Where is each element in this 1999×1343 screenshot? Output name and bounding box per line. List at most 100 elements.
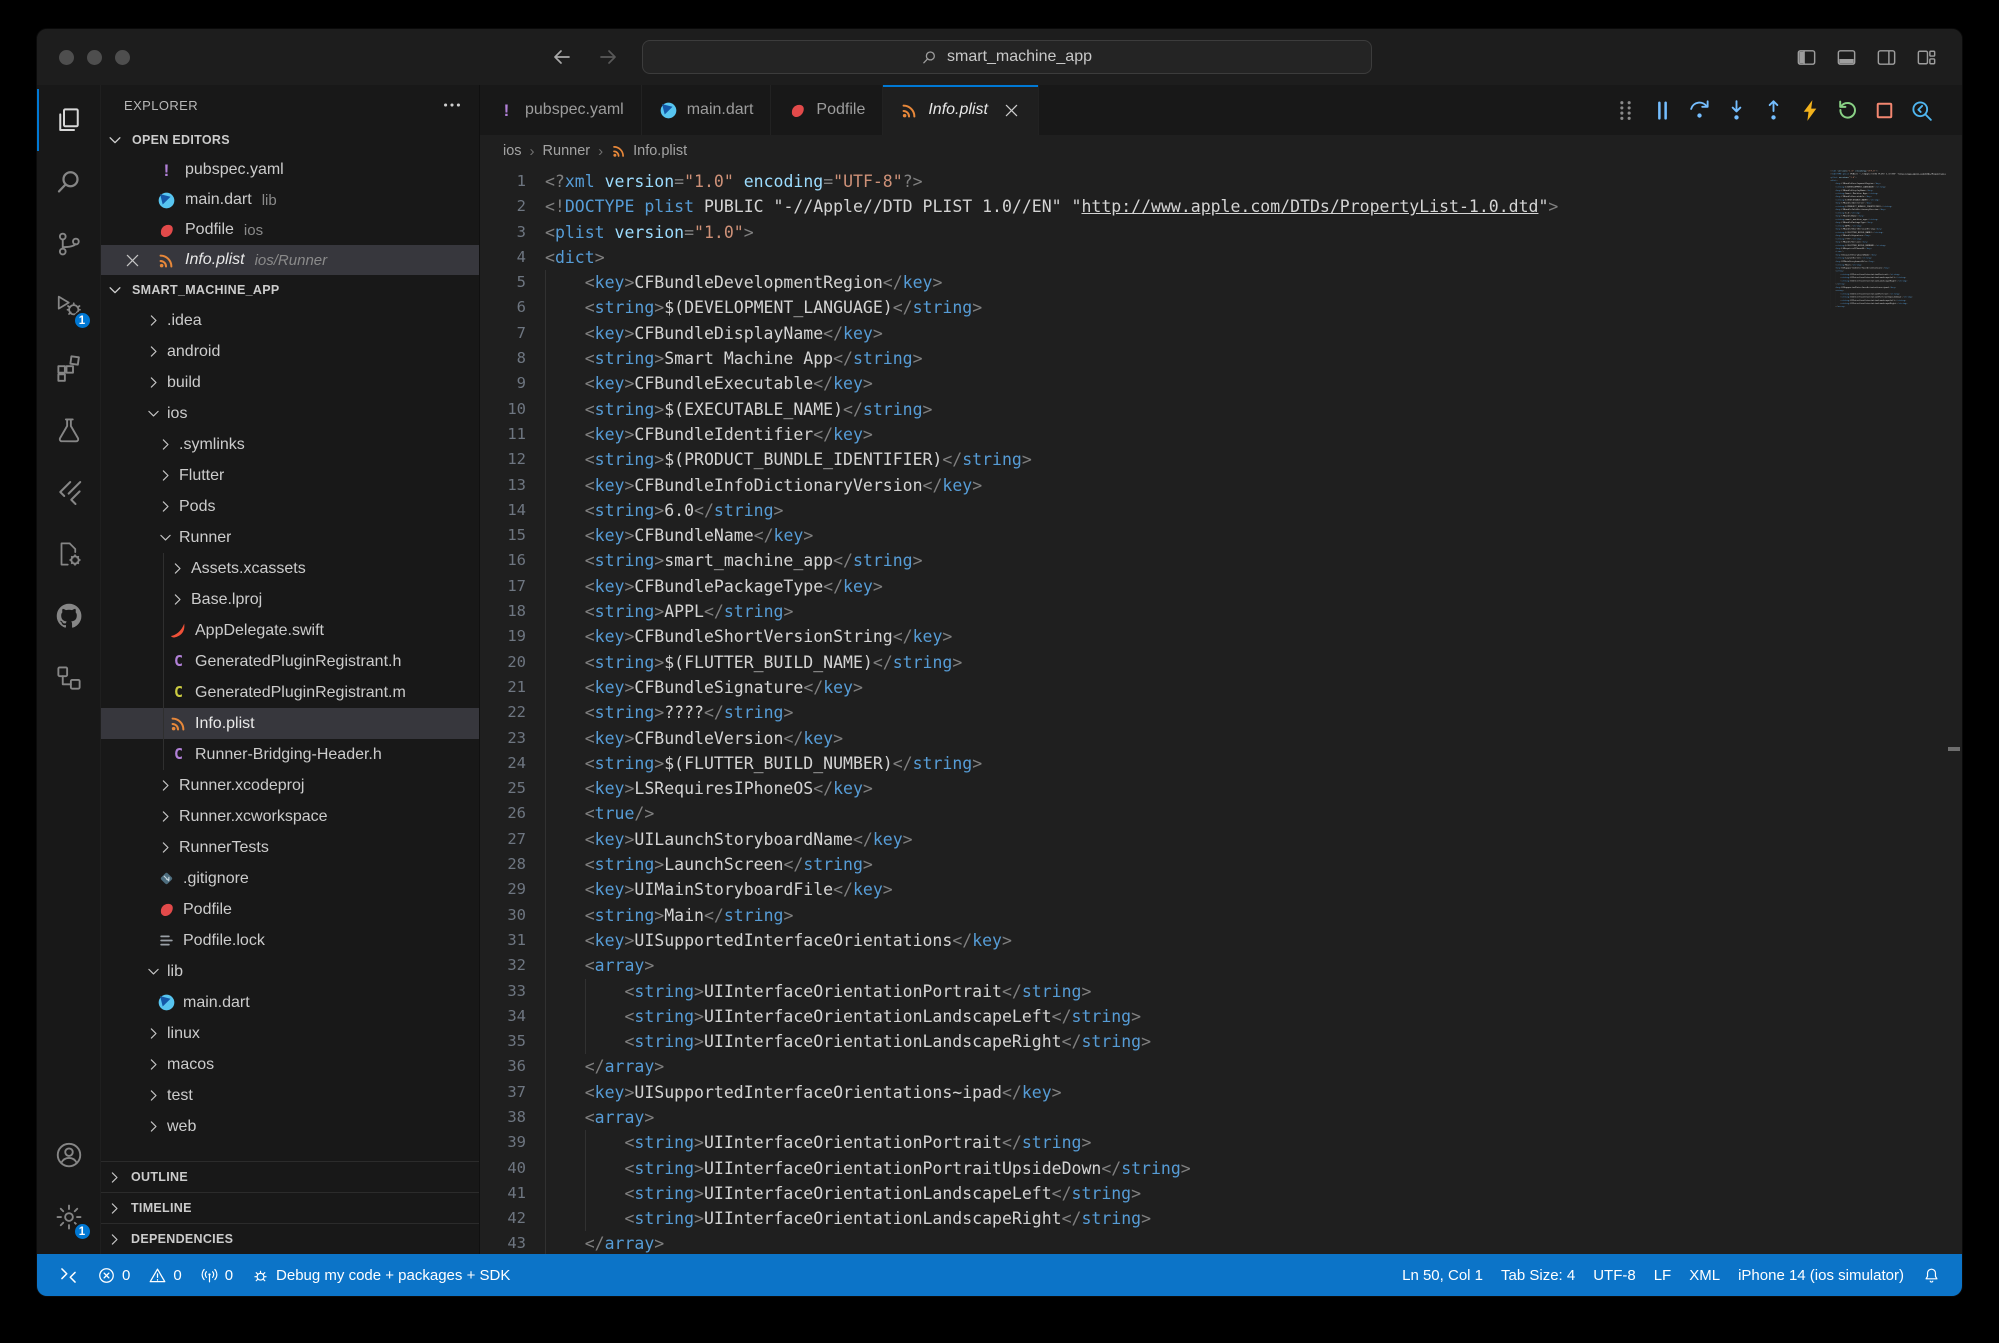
tree-item-test[interactable]: test: [101, 1080, 479, 1111]
tree-item-GeneratedPluginRegistrant.h[interactable]: CGeneratedPluginRegistrant.h: [101, 646, 479, 677]
status-indentation[interactable]: Tab Size: 4: [1492, 1254, 1584, 1296]
status-errors[interactable]: 0: [88, 1254, 139, 1296]
tree-item-Podfile[interactable]: Podfile: [101, 894, 479, 925]
breadcrumb-item-ios[interactable]: ios: [503, 143, 522, 159]
tree-item-web[interactable]: web: [101, 1111, 479, 1142]
code-line[interactable]: 1<?xml version="1.0" encoding="UTF-8"?>: [480, 169, 1830, 194]
tab-pubspec.yaml[interactable]: !pubspec.yaml: [480, 85, 642, 135]
code-line[interactable]: 11<key>CFBundleIdentifier</key>: [480, 422, 1830, 447]
editor-scrollbar[interactable]: [1947, 167, 1962, 1254]
tree-item-RunnerTests[interactable]: RunnerTests: [101, 832, 479, 863]
status-end-of-line[interactable]: LF: [1645, 1254, 1681, 1296]
restart-button[interactable]: [1834, 97, 1860, 123]
close-button[interactable]: [59, 50, 74, 65]
tree-item-Info.plist[interactable]: Info.plist: [101, 708, 479, 739]
tree-item-Runner[interactable]: Runner: [101, 522, 479, 553]
project-root-header[interactable]: SMART_MACHINE_APP: [101, 275, 479, 305]
open-editor-pubspec.yaml[interactable]: !pubspec.yaml: [101, 155, 479, 185]
layout-icon[interactable]: [1915, 46, 1938, 69]
code-line[interactable]: 39<string>UIInterfaceOrientationPortrait…: [480, 1130, 1830, 1155]
code-line[interactable]: 17<key>CFBundlePackageType</key>: [480, 574, 1830, 599]
step-into-button[interactable]: [1723, 97, 1749, 123]
drag-handle-button[interactable]: [1612, 97, 1638, 123]
tree-item-Flutter[interactable]: Flutter: [101, 460, 479, 491]
sidebar-left-icon[interactable]: [1795, 46, 1818, 69]
code-line[interactable]: 30<string>Main</string>: [480, 903, 1830, 928]
zoom-button[interactable]: [115, 50, 130, 65]
section-outline[interactable]: OUTLINE: [101, 1161, 479, 1192]
minimap[interactable]: <?xml version="1.0" encoding="UTF-8"?><!…: [1830, 169, 1946, 1254]
code-line[interactable]: 18<string>APPL</string>: [480, 599, 1830, 624]
code-line[interactable]: 3<plist version="1.0">: [480, 220, 1830, 245]
code-line[interactable]: 14<string>6.0</string>: [480, 498, 1830, 523]
activity-cmake-tools[interactable]: [37, 523, 101, 585]
code-line[interactable]: 19<key>CFBundleShortVersionString</key>: [480, 624, 1830, 649]
code-line[interactable]: 20<string>$(FLUTTER_BUILD_NAME)</string>: [480, 650, 1830, 675]
code-line[interactable]: 15<key>CFBundleName</key>: [480, 523, 1830, 548]
tab-Podfile[interactable]: Podfile: [771, 85, 883, 135]
hot-reload-button[interactable]: [1797, 97, 1823, 123]
tree-item-.idea[interactable]: .idea: [101, 305, 479, 336]
activity-search[interactable]: [37, 151, 101, 213]
tree-item-Runner.xcworkspace[interactable]: Runner.xcworkspace: [101, 801, 479, 832]
code-line[interactable]: 25<key>LSRequiresIPhoneOS</key>: [480, 776, 1830, 801]
status-remote-indicator[interactable]: [49, 1254, 88, 1296]
panel-bottom-icon[interactable]: [1835, 46, 1858, 69]
tree-item-linux[interactable]: linux: [101, 1018, 479, 1049]
tab-Info.plist[interactable]: Info.plist: [883, 85, 1039, 135]
open-editor-Podfile[interactable]: Podfileios: [101, 215, 479, 245]
code-line[interactable]: 10<string>$(EXECUTABLE_NAME)</string>: [480, 397, 1830, 422]
status-language-mode[interactable]: XML: [1680, 1254, 1729, 1296]
activity-settings[interactable]: 1: [37, 1186, 101, 1248]
open-editor-Info.plist[interactable]: Info.plistios/Runner: [101, 245, 479, 275]
open-editor-main.dart[interactable]: main.dartlib: [101, 185, 479, 215]
code-line[interactable]: 32<array>: [480, 953, 1830, 978]
code-line[interactable]: 38<array>: [480, 1105, 1830, 1130]
code-line[interactable]: 37<key>UISupportedInterfaceOrientations~…: [480, 1080, 1830, 1105]
code-line[interactable]: 21<key>CFBundleSignature</key>: [480, 675, 1830, 700]
code-line[interactable]: 13<key>CFBundleInfoDictionaryVersion</ke…: [480, 473, 1830, 498]
activity-github[interactable]: [37, 585, 101, 647]
code-line[interactable]: 27<key>UILaunchStoryboardName</key>: [480, 827, 1830, 852]
activity-extensions[interactable]: [37, 337, 101, 399]
close-tab-icon[interactable]: [1002, 101, 1021, 120]
code-line[interactable]: 42<string>UIInterfaceOrientationLandscap…: [480, 1206, 1830, 1231]
code-line[interactable]: 34<string>UIInterfaceOrientationLandscap…: [480, 1004, 1830, 1029]
tree-item-main.dart[interactable]: main.dart: [101, 987, 479, 1018]
widget-inspector-button[interactable]: [1908, 97, 1934, 123]
activity-source-control[interactable]: [37, 213, 101, 275]
pause-button[interactable]: [1649, 97, 1675, 123]
tree-item-build[interactable]: build: [101, 367, 479, 398]
activity-run-and-debug[interactable]: 1: [37, 275, 101, 337]
code-line[interactable]: 22<string>????</string>: [480, 700, 1830, 725]
tree-item-lib[interactable]: lib: [101, 956, 479, 987]
tree-item-android[interactable]: android: [101, 336, 479, 367]
code-line[interactable]: 43</array>: [480, 1231, 1830, 1254]
tree-item-ios[interactable]: ios: [101, 398, 479, 429]
code-line[interactable]: 24<string>$(FLUTTER_BUILD_NUMBER)</strin…: [480, 751, 1830, 776]
code-line[interactable]: 6<string>$(DEVELOPMENT_LANGUAGE)</string…: [480, 295, 1830, 320]
tree-item-AppDelegate.swift[interactable]: AppDelegate.swift: [101, 615, 479, 646]
code-line[interactable]: 8<string>Smart Machine App</string>: [480, 346, 1830, 371]
step-out-button[interactable]: [1760, 97, 1786, 123]
code-line[interactable]: 23<key>CFBundleVersion</key>: [480, 726, 1830, 751]
code-line[interactable]: 29<key>UIMainStoryboardFile</key>: [480, 877, 1830, 902]
tree-item-Runner.xcodeproj[interactable]: Runner.xcodeproj: [101, 770, 479, 801]
status-device-selector[interactable]: iPhone 14 (ios simulator): [1729, 1254, 1913, 1296]
tab-main.dart[interactable]: main.dart: [642, 85, 772, 135]
code-line[interactable]: 33<string>UIInterfaceOrientationPortrait…: [480, 979, 1830, 1004]
code-line[interactable]: 28<string>LaunchScreen</string>: [480, 852, 1830, 877]
code-line[interactable]: 9<key>CFBundleExecutable</key>: [480, 371, 1830, 396]
status-cursor-position[interactable]: Ln 50, Col 1: [1393, 1254, 1492, 1296]
code-line[interactable]: 31<key>UISupportedInterfaceOrientations<…: [480, 928, 1830, 953]
activity-remote-explorer[interactable]: [37, 647, 101, 709]
code-line[interactable]: 40<string>UIInterfaceOrientationPortrait…: [480, 1156, 1830, 1181]
code-line[interactable]: 26<true/>: [480, 801, 1830, 826]
open-editors-header[interactable]: OPEN EDITORS: [101, 125, 479, 155]
status-encoding[interactable]: UTF-8: [1584, 1254, 1645, 1296]
tree-item-.symlinks[interactable]: .symlinks: [101, 429, 479, 460]
forward-button[interactable]: [596, 45, 620, 69]
sidebar-right-icon[interactable]: [1875, 46, 1898, 69]
stop-button[interactable]: [1871, 97, 1897, 123]
section-dependencies[interactable]: DEPENDENCIES: [101, 1223, 479, 1254]
